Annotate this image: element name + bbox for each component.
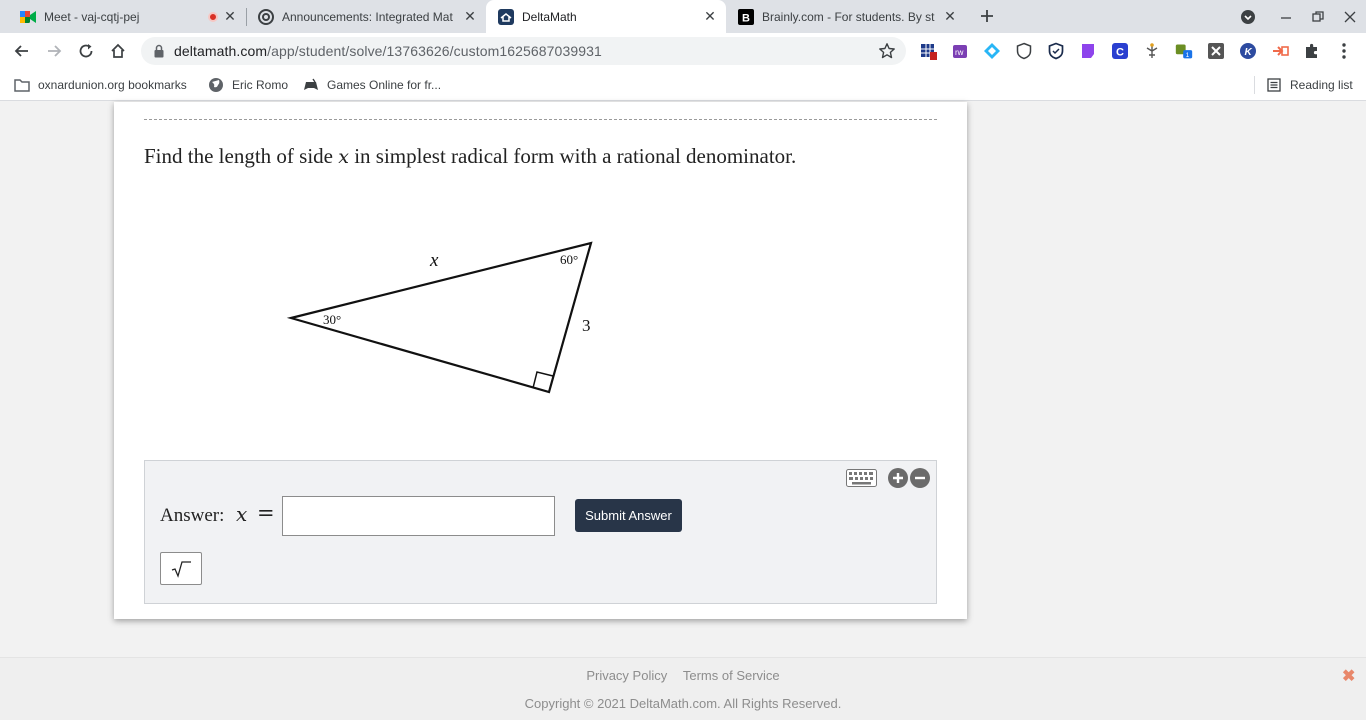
tab-title: Announcements: Integrated Mat xyxy=(282,9,453,24)
bookmark-games-online[interactable]: Games Online for fr... xyxy=(303,69,441,100)
bookmark-star-icon[interactable] xyxy=(878,42,896,60)
sheets-extension-icon[interactable] xyxy=(919,42,937,60)
page-footer: Privacy Policy Terms of Service Copyrigh… xyxy=(0,657,1366,720)
tab-deltamath[interactable]: DeltaMath ✕ xyxy=(486,0,726,33)
back-icon[interactable] xyxy=(10,39,34,63)
footer-links: Privacy Policy Terms of Service xyxy=(0,668,1366,683)
extension-badge-count: 1 xyxy=(1186,52,1190,59)
close-window-icon[interactable] xyxy=(1334,0,1366,33)
angle-60-label: 60° xyxy=(560,252,578,267)
shield-icon[interactable] xyxy=(1015,42,1033,60)
terms-of-service-link[interactable]: Terms of Service xyxy=(683,668,780,683)
answer-panel: Answer: x = Submit Answer xyxy=(144,460,937,604)
close-tab-icon[interactable]: ✕ xyxy=(222,8,238,25)
new-tab-button[interactable] xyxy=(976,5,998,27)
answer-variable: x xyxy=(236,502,248,526)
bookmark-eric-romo[interactable]: Eric Romo xyxy=(208,69,288,100)
hypotenuse-label: x xyxy=(429,250,439,271)
problem-card: Find the length of side x in simplest ra… xyxy=(114,102,967,619)
angle-30-label: 30° xyxy=(323,312,341,327)
bookmark-label: Games Online for fr... xyxy=(327,77,442,92)
google-meet-icon xyxy=(20,9,36,25)
c-extension-icon[interactable]: C xyxy=(1111,42,1129,60)
more-menu-icon[interactable] xyxy=(1335,42,1353,60)
bookmark-separator xyxy=(1254,76,1255,94)
folder-icon xyxy=(14,77,30,93)
k-extension-icon[interactable]: K xyxy=(1239,42,1257,60)
restore-icon[interactable] xyxy=(1302,0,1334,33)
tab-brainly[interactable]: B Brainly.com - For students. By st ✕ xyxy=(726,0,966,33)
privacy-policy-link[interactable]: Privacy Policy xyxy=(586,668,667,683)
page-content: Find the length of side x in simplest ra… xyxy=(0,102,1366,720)
keyboard-icon[interactable] xyxy=(846,469,877,487)
svg-text:K: K xyxy=(1245,47,1253,58)
answer-equals: = xyxy=(257,501,275,525)
svg-text:B: B xyxy=(742,12,750,24)
tab-title: DeltaMath xyxy=(522,9,577,24)
tab-title: Brainly.com - For students. By st xyxy=(762,9,935,24)
sqrt-icon xyxy=(171,560,191,578)
dashed-divider xyxy=(144,119,937,120)
tab-meet[interactable]: Meet - vaj-cqtj-pej ✕ xyxy=(0,0,246,33)
question-text: Find the length of side x in simplest ra… xyxy=(144,144,797,168)
close-tab-icon[interactable]: ✕ xyxy=(942,8,958,25)
bookmark-oxnardunion[interactable]: oxnardunion.org bookmarks xyxy=(14,69,187,100)
globe-icon xyxy=(208,77,224,93)
copyright-text: Copyright © 2021 DeltaMath.com. All Righ… xyxy=(524,696,842,711)
shield-check-icon[interactable] xyxy=(1047,42,1065,60)
close-tab-icon[interactable]: ✕ xyxy=(702,8,718,25)
url-text: deltamath.com/app/student/solve/13763626… xyxy=(174,43,602,59)
grid-extension-icon[interactable] xyxy=(1207,42,1225,60)
sqrt-button[interactable] xyxy=(160,552,202,585)
reload-icon[interactable] xyxy=(74,39,98,63)
brainly-icon: B xyxy=(738,8,754,25)
close-tab-icon[interactable]: ✕ xyxy=(462,8,478,25)
bookmark-label: Eric Romo xyxy=(232,77,289,92)
deltamath-icon xyxy=(498,8,514,25)
canvas-icon xyxy=(258,8,274,25)
reading-list-icon xyxy=(1266,77,1282,93)
answer-input[interactable] xyxy=(282,496,555,536)
close-footer-icon[interactable]: ✖ xyxy=(1342,666,1355,686)
tree-extension-icon[interactable] xyxy=(1143,42,1161,60)
home-icon[interactable] xyxy=(106,39,130,63)
triangle-figure: x 3 60° 30° xyxy=(286,241,593,394)
formative-extension-icon[interactable]: rw xyxy=(951,42,969,60)
puzzle-extensions-icon[interactable] xyxy=(1303,42,1321,60)
badge-extension-icon[interactable]: 1 xyxy=(1175,42,1193,60)
answer-label: Answer: xyxy=(160,505,225,526)
lock-icon xyxy=(154,44,164,58)
tab-strip: Meet - vaj-cqtj-pej ✕ Announcements: Int… xyxy=(0,0,1366,33)
question-variable: x xyxy=(338,146,349,168)
bookmark-label: oxnardunion.org bookmarks xyxy=(38,77,187,92)
zoom-out-button[interactable] xyxy=(910,468,930,488)
svg-text:rw: rw xyxy=(955,48,964,57)
reading-list-button[interactable]: Reading list xyxy=(1266,69,1353,100)
bookmarks-bar: oxnardunion.org bookmarks Eric Romo Game… xyxy=(0,69,1366,101)
tab-search-icon[interactable] xyxy=(1232,0,1264,33)
gamepad-icon xyxy=(303,77,319,93)
recording-icon xyxy=(208,11,218,22)
browser-toolbar: deltamath.com/app/student/solve/13763626… xyxy=(0,33,1366,69)
minimize-icon[interactable] xyxy=(1270,0,1302,33)
svg-text:C: C xyxy=(1116,47,1124,59)
purple-extension-icon[interactable] xyxy=(1079,42,1097,60)
tab-announcements[interactable]: Announcements: Integrated Mat ✕ xyxy=(238,0,486,33)
share-extension-icon[interactable] xyxy=(1271,42,1289,60)
plus-icon xyxy=(893,473,903,483)
reading-list-label: Reading list xyxy=(1290,77,1353,92)
tab-title: Meet - vaj-cqtj-pej xyxy=(44,9,140,24)
zoom-in-button[interactable] xyxy=(888,468,908,488)
address-bar[interactable]: deltamath.com/app/student/solve/13763626… xyxy=(141,37,906,65)
minus-icon xyxy=(915,476,925,480)
submit-answer-button[interactable]: Submit Answer xyxy=(575,499,682,532)
leg-label: 3 xyxy=(582,316,591,335)
forward-icon[interactable] xyxy=(42,39,66,63)
diamond-extension-icon[interactable] xyxy=(983,42,1001,60)
